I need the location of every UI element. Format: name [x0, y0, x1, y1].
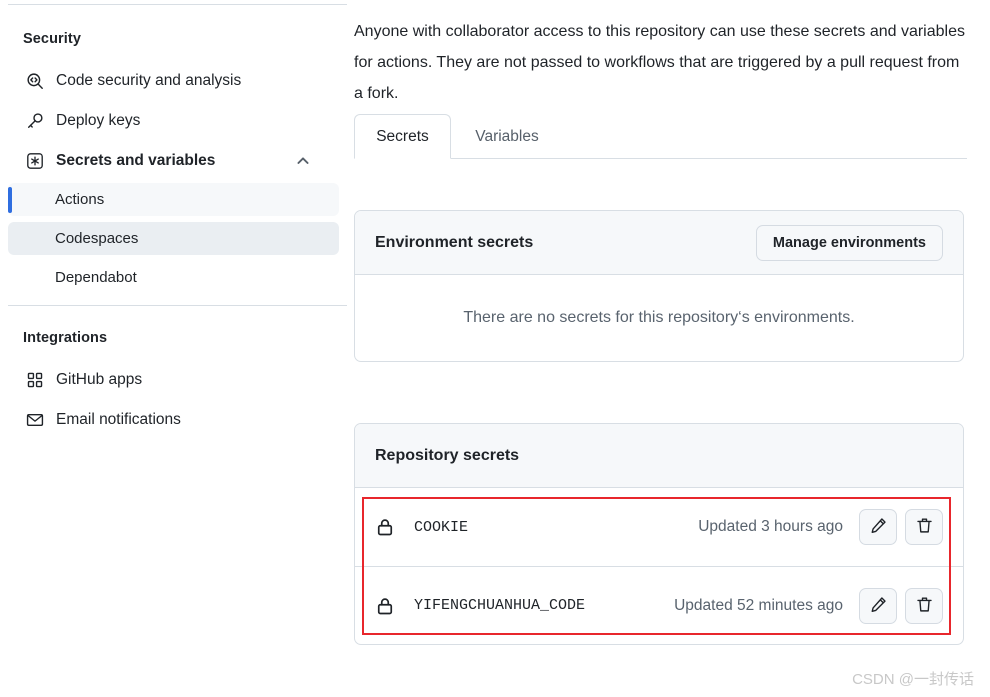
- trash-icon: [916, 596, 933, 616]
- environment-secrets-card: Environment secrets Manage environments …: [354, 210, 964, 362]
- sidebar-item-label: GitHub apps: [56, 370, 143, 388]
- code-scanning-icon: [26, 72, 44, 90]
- sidebar-item-label: Code security and analysis: [56, 71, 242, 89]
- trash-icon: [916, 517, 933, 537]
- sidebar-divider-top: [8, 4, 347, 5]
- pencil-icon: [870, 596, 887, 616]
- chevron-up-icon[interactable]: [295, 153, 311, 169]
- sidebar-item-dependabot[interactable]: Dependabot: [8, 261, 339, 294]
- edit-secret-button[interactable]: [859, 587, 897, 624]
- secret-updated-time: Updated 3 hours ago: [698, 518, 843, 535]
- repository-secrets-title: Repository secrets: [375, 446, 520, 464]
- sidebar-item-deploy-keys[interactable]: Deploy keys: [8, 104, 339, 137]
- sidebar-subitem-label: Codespaces: [55, 230, 139, 247]
- sidebar-item-actions[interactable]: Actions: [8, 183, 339, 216]
- secret-row[interactable]: COOKIE Updated 3 hours ago: [355, 488, 963, 566]
- delete-secret-button[interactable]: [905, 509, 943, 545]
- watermark: CSDN @一封传话: [852, 671, 974, 688]
- environment-secrets-header: Environment secrets Manage environments: [355, 211, 963, 275]
- sidebar-subitem-label: Actions: [55, 191, 105, 208]
- selected-indicator-bar: [8, 186, 12, 213]
- key-icon: [26, 112, 44, 130]
- lock-icon: [375, 517, 395, 537]
- sidebar-item-codespaces[interactable]: Codespaces: [8, 222, 339, 255]
- sidebar-item-github-apps[interactable]: GitHub apps: [8, 363, 339, 396]
- sidebar-item-label: Deploy keys: [56, 111, 141, 129]
- secret-name: YIFENGCHUANHUA_CODE: [414, 597, 586, 614]
- sidebar-item-email-notifications[interactable]: Email notifications: [8, 403, 339, 436]
- settings-sidebar: Security Code security and analysis Depl…: [0, 0, 348, 697]
- main-content: Anyone with collaborator access to this …: [354, 0, 990, 697]
- sidebar-item-label: Secrets and variables: [56, 151, 216, 169]
- tab-secrets[interactable]: Secrets: [354, 114, 451, 159]
- apps-grid-icon: [26, 371, 44, 389]
- repository-secrets-card: Repository secrets COOKIE Updated 3 hour…: [354, 423, 964, 645]
- asterisk-square-icon: [26, 152, 44, 170]
- secret-name: COOKIE: [414, 518, 469, 536]
- sidebar-item-code-security-and-analysis[interactable]: Code security and analysis: [8, 64, 339, 97]
- delete-secret-button[interactable]: [905, 587, 943, 624]
- sidebar-divider-middle: [8, 305, 347, 306]
- settings-page: Security Code security and analysis Depl…: [0, 0, 990, 697]
- sidebar-subitem-label: Dependabot: [55, 269, 137, 286]
- manage-environments-button[interactable]: Manage environments: [755, 224, 943, 261]
- environment-secrets-title: Environment secrets: [375, 233, 534, 251]
- edit-secret-button[interactable]: [859, 509, 897, 545]
- pencil-icon: [870, 517, 887, 537]
- tab-variables[interactable]: Variables: [451, 114, 563, 159]
- sidebar-group-title-security: Security: [23, 31, 82, 47]
- secret-updated-time: Updated 52 minutes ago: [674, 596, 843, 614]
- sidebar-group-title-integrations: Integrations: [23, 330, 108, 346]
- repository-secrets-header: Repository secrets: [355, 424, 963, 488]
- mail-icon: [26, 411, 44, 429]
- sidebar-item-label: Email notifications: [56, 410, 181, 428]
- environment-secrets-empty-message: There are no secrets for this repository…: [463, 309, 855, 326]
- secret-row[interactable]: YIFENGCHUANHUA_CODE Updated 52 minutes a…: [355, 566, 963, 644]
- lock-icon: [375, 596, 395, 616]
- secrets-variables-tabs: Secrets Variables: [354, 114, 967, 159]
- intro-description: Anyone with collaborator access to this …: [354, 23, 965, 102]
- sidebar-item-secrets-and-variables[interactable]: Secrets and variables: [8, 144, 339, 177]
